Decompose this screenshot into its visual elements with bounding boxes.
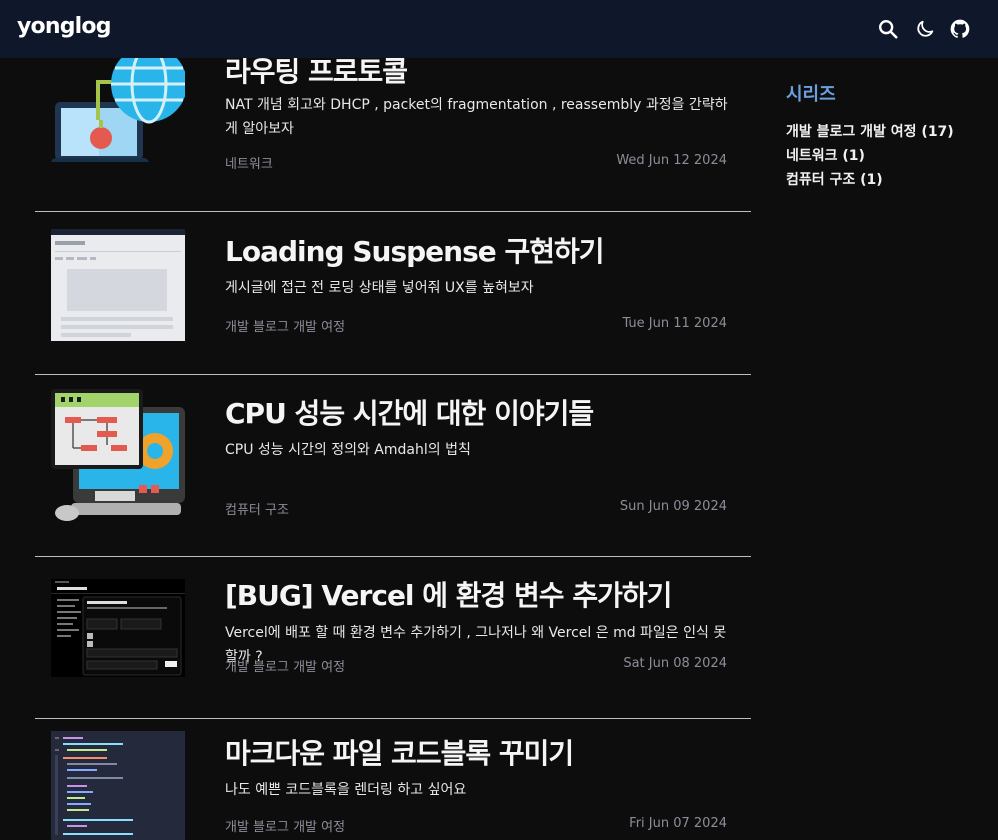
series-item-computer-architecture[interactable]: 컴퓨터 구조 (1) <box>786 168 986 192</box>
moon-icon[interactable] <box>914 18 936 40</box>
post-title[interactable]: CPU 성능 시간에 대한 이야기들 <box>225 392 594 432</box>
post-category[interactable]: 개발 블로그 개발 여정 <box>225 656 345 675</box>
post-date: Sat Jun 08 2024 <box>623 656 727 671</box>
post-card[interactable]: [BUG] Vercel 에 환경 변수 추가하기 Vercel에 배포 할 때… <box>35 557 751 719</box>
post-title[interactable]: [BUG] Vercel 에 환경 변수 추가하기 <box>225 574 672 614</box>
post-description: CPU 성능 시간의 정의와 Amdahl의 법칙 <box>225 442 471 458</box>
post-description: NAT 개념 회고와 DHCP , packet의 fragmentation … <box>225 97 728 137</box>
post-date: Fri Jun 07 2024 <box>629 816 727 831</box>
search-icon[interactable] <box>877 18 899 40</box>
post-date: Sun Jun 09 2024 <box>619 499 727 514</box>
post-card[interactable]: CPU 성능 시간에 대한 이야기들 CPU 성능 시간의 정의와 Amdahl… <box>35 375 751 557</box>
post-card[interactable]: 마크다운 파일 코드블록 꾸미기 나도 예쁜 코드블록을 렌더링 하고 싶어요 … <box>35 715 751 840</box>
post-thumbnail-computer[interactable] <box>51 389 185 525</box>
post-category[interactable]: 개발 블로그 개발 여정 <box>225 816 345 835</box>
post-description: 나도 예쁜 코드블록을 렌더링 하고 싶어요 <box>225 782 467 798</box>
github-icon[interactable] <box>949 18 971 40</box>
post-date: Wed Jun 12 2024 <box>616 153 727 168</box>
post-category[interactable]: 네트워크 <box>225 153 273 172</box>
post-category[interactable]: 개발 블로그 개발 여정 <box>225 316 345 335</box>
series-item-network[interactable]: 네트워크 (1) <box>786 144 986 168</box>
post-card[interactable]: 라우팅 프로토콜 NAT 개념 회고와 DHCP , packet의 fragm… <box>35 50 751 212</box>
post-thumbnail-vercel[interactable] <box>51 579 185 677</box>
post-date: Tue Jun 11 2024 <box>622 316 727 331</box>
series-title: 시리즈 <box>786 84 836 105</box>
post-list: 라우팅 프로토콜 NAT 개념 회고와 DHCP , packet의 fragm… <box>35 0 751 840</box>
top-navbar: yonglog <box>0 0 998 58</box>
post-category[interactable]: 컴퓨터 구조 <box>225 499 289 518</box>
site-logo[interactable]: yonglog <box>17 14 111 39</box>
series-sidebar: 시리즈 개발 블로그 개발 여정 (17) 네트워크 (1) 컴퓨터 구조 (1… <box>786 80 986 192</box>
post-thumbnail-blog[interactable] <box>51 229 185 341</box>
post-thumbnail-network[interactable] <box>51 50 185 162</box>
post-card[interactable]: Loading Suspense 구현하기 게시글에 접근 전 로딩 상태를 넣… <box>35 213 751 375</box>
series-item-dev-blog[interactable]: 개발 블로그 개발 여정 (17) <box>786 120 986 144</box>
post-title[interactable]: 마크다운 파일 코드블록 꾸미기 <box>225 732 574 772</box>
post-title[interactable]: Loading Suspense 구현하기 <box>225 230 605 270</box>
post-divider <box>35 211 751 212</box>
post-description: 게시글에 접근 전 로딩 상태를 넣어줘 UX를 높혀보자 <box>225 280 534 296</box>
post-thumbnail-code[interactable] <box>51 731 185 840</box>
